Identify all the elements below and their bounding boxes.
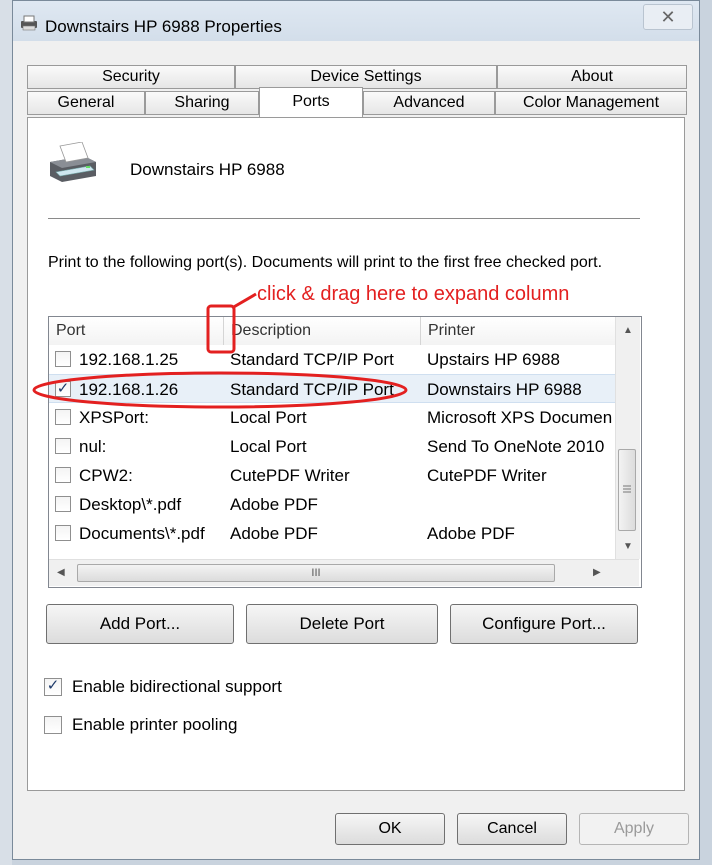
port-row[interactable]: XPSPort: Local Port Microsoft XPS Documen — [49, 403, 615, 432]
cell-port: Documents\*.pdf — [79, 524, 205, 543]
cell-description: CutePDF Writer — [230, 466, 350, 485]
cell-port: CPW2: — [79, 466, 133, 485]
port-checkbox[interactable] — [55, 525, 71, 541]
annotation-text: click & drag here to expand column — [257, 283, 570, 305]
delete-port-button[interactable]: Delete Port — [246, 604, 438, 644]
pooling-label: Enable printer pooling — [72, 715, 238, 734]
scroll-right-icon[interactable]: ▶ — [593, 567, 601, 578]
title-bar: Downstairs HP 6988 Properties ✕ — [13, 1, 699, 41]
horizontal-scroll-thumb[interactable]: III — [77, 564, 555, 582]
horizontal-scrollbar[interactable]: ◀ III ▶ — [49, 559, 639, 586]
cell-printer: Microsoft XPS Documen — [427, 408, 613, 427]
properties-dialog: Downstairs HP 6988 Properties ✕ Security… — [12, 0, 700, 860]
column-header-port[interactable]: Port — [49, 317, 224, 345]
bidirectional-checkbox[interactable]: ✓ — [44, 678, 62, 696]
tab-ports[interactable]: Ports — [259, 87, 363, 117]
scroll-up-icon[interactable]: ▲ — [623, 325, 633, 336]
printer-icon — [50, 142, 96, 182]
vertical-scrollbar[interactable]: ▲ ▼ — [615, 317, 640, 559]
bidirectional-label: Enable bidirectional support — [72, 677, 282, 696]
tab-general[interactable]: General — [27, 91, 145, 115]
cell-printer: Adobe PDF — [427, 524, 515, 543]
pooling-checkbox[interactable] — [44, 716, 62, 734]
cell-port: XPSPort: — [79, 408, 149, 427]
cell-description: Standard TCP/IP Port — [230, 380, 394, 399]
grip-icon: III — [311, 567, 321, 579]
cell-printer: CutePDF Writer — [427, 466, 547, 485]
cell-printer: Send To OneNote 2010 — [427, 437, 605, 456]
tab-advanced[interactable]: Advanced — [363, 91, 495, 115]
cell-description: Local Port — [230, 408, 307, 427]
cell-port: 192.168.1.25 — [79, 350, 179, 369]
close-button[interactable]: ✕ — [643, 4, 693, 30]
port-row[interactable]: CPW2: CutePDF Writer CutePDF Writer — [49, 461, 615, 490]
cell-printer: Downstairs HP 6988 — [427, 380, 582, 399]
port-checkbox[interactable]: ✓ — [55, 381, 71, 397]
cell-port: 192.168.1.26 — [79, 380, 179, 399]
cell-description: Adobe PDF — [230, 495, 318, 514]
divider — [48, 218, 640, 219]
port-checkbox[interactable] — [55, 438, 71, 454]
port-checkbox[interactable] — [55, 409, 71, 425]
cell-description: Local Port — [230, 437, 307, 456]
scroll-down-icon[interactable]: ▼ — [623, 541, 633, 552]
background-left — [0, 0, 12, 865]
add-port-button[interactable]: Add Port... — [46, 604, 234, 644]
cell-description: Adobe PDF — [230, 524, 318, 543]
tab-color-management[interactable]: Color Management — [495, 91, 687, 115]
cancel-button[interactable]: Cancel — [457, 813, 567, 845]
port-row[interactable]: Documents\*.pdf Adobe PDF Adobe PDF — [49, 519, 615, 548]
cell-description: Standard TCP/IP Port — [230, 350, 394, 369]
column-header-description[interactable]: Description — [224, 317, 421, 345]
port-row[interactable]: Desktop\*.pdf Adobe PDF — [49, 490, 615, 519]
port-instructions: Print to the following port(s). Document… — [48, 254, 603, 271]
configure-port-button[interactable]: Configure Port... — [450, 604, 638, 644]
port-checkbox[interactable] — [55, 467, 71, 483]
port-row[interactable]: nul: Local Port Send To OneNote 2010 — [49, 432, 615, 461]
ok-button[interactable]: OK — [335, 813, 445, 845]
printer-title-icon — [21, 15, 37, 31]
tab-device-settings[interactable]: Device Settings — [235, 65, 497, 89]
window-title: Downstairs HP 6988 Properties — [45, 17, 282, 36]
port-checkbox[interactable] — [55, 496, 71, 512]
port-row[interactable]: ✓ 192.168.1.26 Standard TCP/IP Port Downsta… — [49, 374, 615, 403]
ports-panel: Downstairs HP 6988 Print to the followin… — [27, 117, 685, 791]
tab-about[interactable]: About — [497, 65, 687, 89]
close-icon: ✕ — [660, 6, 676, 27]
vertical-scroll-thumb[interactable] — [618, 449, 636, 531]
tab-sharing[interactable]: Sharing — [145, 91, 259, 115]
ports-list[interactable]: Port Description Printer 192.168.1.25 Sta… — [48, 316, 642, 588]
apply-button[interactable]: Apply — [579, 813, 689, 845]
scroll-left-icon[interactable]: ◀ — [57, 567, 65, 578]
column-header-printer[interactable]: Printer — [421, 317, 615, 345]
port-checkbox[interactable] — [55, 351, 71, 367]
printer-name: Downstairs HP 6988 — [130, 160, 285, 179]
cell-port: Desktop\*.pdf — [79, 495, 182, 514]
port-row[interactable]: 192.168.1.25 Standard TCP/IP Port Upstairs… — [49, 345, 615, 374]
cell-port: nul: — [79, 437, 107, 456]
tab-security[interactable]: Security — [27, 65, 235, 89]
cell-printer: Upstairs HP 6988 — [427, 350, 560, 369]
